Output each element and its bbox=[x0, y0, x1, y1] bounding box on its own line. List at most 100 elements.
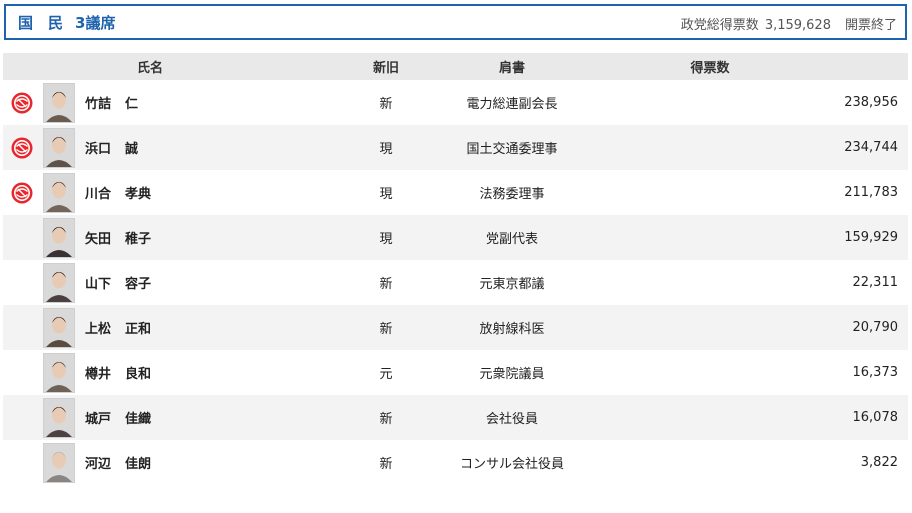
candidate-family-name: 城戸 bbox=[85, 412, 112, 427]
candidate-title: 元衆院議員 bbox=[479, 367, 545, 382]
candidate-family-name: 矢田 bbox=[85, 232, 112, 247]
candidate-photo bbox=[43, 352, 75, 393]
elected-mark-cell bbox=[3, 260, 41, 305]
candidate-votes: 16,078 bbox=[852, 410, 899, 425]
candidate-votes: 159,929 bbox=[844, 230, 898, 245]
photo-cell bbox=[41, 350, 77, 395]
elected-mark-icon bbox=[11, 182, 33, 203]
candidate-title: 電力総連副会長 bbox=[466, 97, 558, 112]
candidate-title: 放射線科医 bbox=[479, 322, 545, 337]
candidate-votes: 3,822 bbox=[860, 455, 898, 470]
candidate-photo bbox=[43, 262, 75, 303]
photo-cell bbox=[41, 260, 77, 305]
table-row: 竹詰仁 新 電力総連副会長 238,956 bbox=[3, 80, 908, 125]
candidate-given-name: 良和 bbox=[125, 367, 152, 382]
candidate-given-name: 佳織 bbox=[125, 412, 152, 427]
candidate-status: 現 bbox=[379, 187, 393, 202]
candidate-votes: 211,783 bbox=[844, 185, 898, 200]
candidate-title: 会社役員 bbox=[485, 412, 538, 427]
candidate-name: 樽井 良和 bbox=[77, 350, 360, 395]
photo-column-header bbox=[41, 53, 77, 80]
candidate-given-name: 誠 bbox=[125, 142, 139, 157]
photo-cell bbox=[41, 305, 77, 350]
candidate-family-name: 河辺 bbox=[85, 457, 112, 472]
candidate-given-name: 容子 bbox=[125, 277, 152, 292]
candidate-name: 上松 正和 bbox=[77, 305, 360, 350]
table-row: 城戸 佳織 新 会社役員 16,078 bbox=[3, 395, 908, 440]
candidate-photo bbox=[43, 442, 75, 483]
photo-cell bbox=[41, 215, 77, 260]
elected-mark-cell bbox=[3, 215, 41, 260]
table-row: 河辺 佳朗 新 コンサル会社役員 3,822 bbox=[3, 440, 908, 485]
candidate-title: 党副代表 bbox=[485, 232, 538, 247]
candidate-votes: 16,373 bbox=[852, 365, 899, 380]
votes-label: 政党総得票数 bbox=[680, 18, 759, 33]
candidate-status: 元 bbox=[379, 367, 393, 382]
candidate-name: 矢田 稚子 bbox=[77, 215, 360, 260]
party-name: 国 民 bbox=[18, 14, 64, 32]
mark-column-header bbox=[3, 53, 41, 80]
seat-count: 3議席 bbox=[75, 14, 116, 32]
table-row: 山下 容子 新 元東京都議 22,311 bbox=[3, 260, 908, 305]
candidate-family-name: 浜口 bbox=[85, 142, 112, 157]
candidate-given-name: 仁 bbox=[125, 97, 139, 112]
candidate-status: 新 bbox=[379, 457, 393, 472]
candidate-status: 新 bbox=[379, 322, 393, 337]
candidates-table: 氏名 新旧 肩書 得票数 竹詰仁 新 電力総連副会長 238,956 浜口 誠 … bbox=[3, 53, 908, 485]
candidate-name: 竹詰仁 bbox=[77, 80, 360, 125]
vote-summary: 政党総得票数 3,159,628 開票終了 bbox=[681, 14, 897, 33]
candidate-votes: 234,744 bbox=[844, 140, 898, 155]
elected-mark-cell bbox=[3, 395, 41, 440]
candidate-family-name: 竹詰 bbox=[85, 97, 112, 112]
candidate-name: 城戸 佳織 bbox=[77, 395, 360, 440]
votes-column-header: 得票数 bbox=[690, 61, 730, 76]
candidate-title: 国土交通委理事 bbox=[466, 142, 558, 157]
candidate-given-name: 孝典 bbox=[125, 187, 152, 202]
table-row: 浜口誠 現 国土交通委理事 234,744 bbox=[3, 125, 908, 170]
photo-cell bbox=[41, 80, 77, 125]
candidate-family-name: 上松 bbox=[85, 322, 112, 337]
name-column-header: 氏名 bbox=[137, 61, 164, 76]
candidate-photo bbox=[43, 127, 75, 168]
candidate-status: 現 bbox=[379, 232, 393, 247]
candidate-family-name: 樽井 bbox=[85, 367, 112, 382]
candidate-photo bbox=[43, 217, 75, 258]
table-row: 樽井 良和 元 元衆院議員 16,373 bbox=[3, 350, 908, 395]
candidate-status: 現 bbox=[379, 142, 393, 157]
status-column-header: 新旧 bbox=[372, 61, 399, 76]
elected-mark-cell bbox=[3, 125, 41, 170]
table-row: 川合 孝典 現 法務委理事 211,783 bbox=[3, 170, 908, 215]
candidate-photo bbox=[43, 397, 75, 438]
candidate-votes: 22,311 bbox=[852, 275, 899, 290]
count-status: 開票終了 bbox=[844, 18, 897, 33]
candidate-given-name: 稚子 bbox=[125, 232, 152, 247]
candidate-status: 新 bbox=[379, 277, 393, 292]
candidate-name: 浜口誠 bbox=[77, 125, 360, 170]
candidate-title: 元東京都議 bbox=[479, 277, 545, 292]
candidate-family-name: 川合 bbox=[85, 187, 112, 202]
candidate-photo bbox=[43, 307, 75, 348]
candidate-given-name: 正和 bbox=[125, 322, 152, 337]
elected-mark-cell bbox=[3, 350, 41, 395]
candidate-status: 新 bbox=[379, 412, 393, 427]
candidate-given-name: 佳朗 bbox=[125, 457, 152, 472]
votes-total: 3,159,628 bbox=[764, 18, 831, 33]
photo-cell bbox=[41, 395, 77, 440]
party-header: 国 民 3議席 政党総得票数 3,159,628 開票終了 bbox=[4, 4, 907, 40]
party-title: 国 民 3議席 bbox=[18, 12, 115, 33]
candidate-name: 川合 孝典 bbox=[77, 170, 360, 215]
table-row: 矢田 稚子 現 党副代表 159,929 bbox=[3, 215, 908, 260]
candidate-photo bbox=[43, 82, 75, 123]
table-header-row: 氏名 新旧 肩書 得票数 bbox=[3, 53, 908, 80]
candidate-title: コンサル会社役員 bbox=[459, 457, 564, 472]
elected-mark-icon bbox=[11, 92, 33, 113]
photo-cell bbox=[41, 170, 77, 215]
photo-cell bbox=[41, 440, 77, 485]
candidate-title: 法務委理事 bbox=[479, 187, 545, 202]
photo-cell bbox=[41, 125, 77, 170]
elected-mark-cell bbox=[3, 440, 41, 485]
candidate-status: 新 bbox=[379, 97, 393, 112]
candidate-name: 河辺 佳朗 bbox=[77, 440, 360, 485]
candidate-photo bbox=[43, 172, 75, 213]
candidate-name: 山下 容子 bbox=[77, 260, 360, 305]
